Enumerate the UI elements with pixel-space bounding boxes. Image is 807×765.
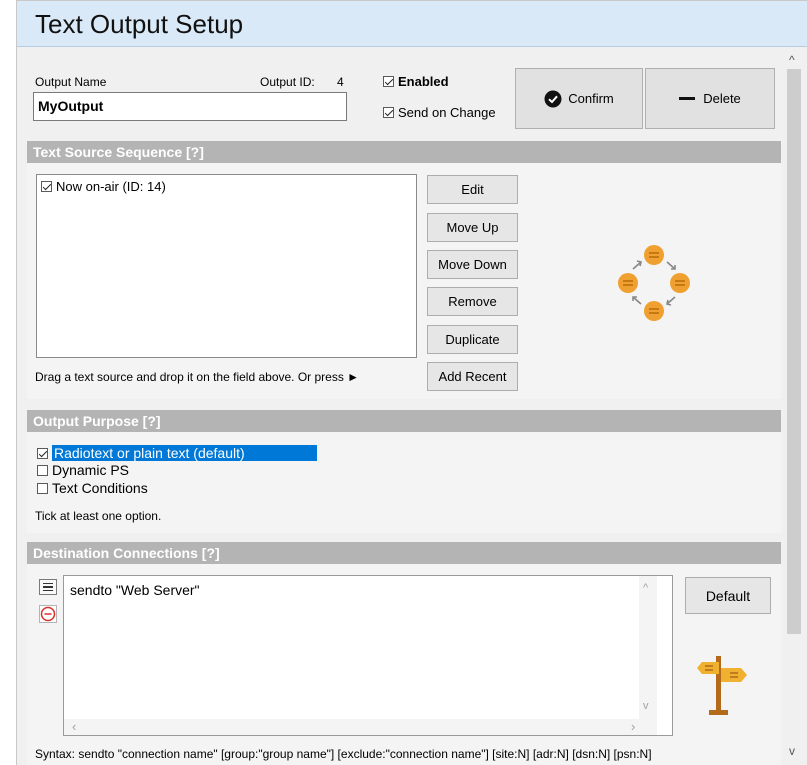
list-item[interactable]: Now on-air (ID: 14) — [41, 179, 166, 194]
output-purpose-header[interactable]: Output Purpose [?] — [27, 410, 781, 432]
add-recent-button[interactable]: Add Recent — [427, 362, 518, 391]
destination-text: sendto "Web Server" — [70, 582, 200, 598]
minus-circle-icon[interactable] — [39, 605, 57, 623]
list-item-checkbox[interactable] — [41, 181, 52, 192]
dynamic-ps-checkbox[interactable] — [37, 464, 48, 476]
purpose-option-dynamic-ps[interactable]: Dynamic PS — [37, 462, 129, 478]
delete-minus-icon — [679, 97, 696, 100]
list-item-label: Now on-air (ID: 14) — [56, 179, 166, 194]
confirm-label: Confirm — [568, 91, 614, 106]
output-name-label: Output Name — [35, 75, 107, 89]
delete-label: Delete — [703, 91, 741, 106]
output-id-value: 4 — [337, 75, 344, 89]
default-button[interactable]: Default — [685, 577, 771, 614]
editor-vertical-scrollbar[interactable]: ^ v — [639, 576, 657, 719]
send-on-change-check-icon — [383, 107, 394, 118]
remove-button[interactable]: Remove — [427, 287, 518, 316]
output-name-value: MyOutput — [38, 98, 104, 114]
enabled-label: Enabled — [398, 74, 449, 89]
text-output-setup-window: Text Output Setup Output Name Output ID:… — [16, 0, 807, 765]
delete-button[interactable]: Delete — [645, 68, 775, 129]
scroll-left-arrow-icon[interactable]: ‹ — [72, 719, 76, 734]
window-scroll-thumb[interactable] — [787, 69, 801, 634]
radiotext-checkbox[interactable] — [37, 447, 48, 459]
output-id-label: Output ID: — [260, 75, 315, 89]
edit-button[interactable]: Edit — [427, 175, 518, 204]
radiotext-label: Radiotext or plain text (default) — [52, 445, 317, 461]
enabled-check-icon — [383, 76, 394, 87]
send-on-change-checkbox[interactable]: Send on Change — [383, 105, 496, 120]
signpost-icon — [697, 656, 747, 715]
confirm-button[interactable]: Confirm — [515, 68, 643, 129]
confirm-check-icon — [544, 90, 562, 107]
syntax-hint: Syntax: sendto "connection name" [group:… — [35, 747, 652, 761]
destination-header[interactable]: Destination Connections [?] — [27, 542, 781, 564]
dynamic-ps-label: Dynamic PS — [52, 462, 130, 478]
purpose-option-radiotext[interactable]: Radiotext or plain text (default) — [37, 445, 317, 461]
move-down-button[interactable]: Move Down — [427, 250, 518, 279]
title-bar: Text Output Setup — [17, 1, 807, 47]
text-conditions-checkbox[interactable] — [37, 482, 48, 494]
window-title: Text Output Setup — [35, 9, 244, 39]
text-source-hint: Drag a text source and drop it on the fi… — [35, 370, 360, 384]
cycle-icon — [618, 245, 690, 321]
enabled-checkbox[interactable]: Enabled — [383, 74, 449, 89]
purpose-option-text-conditions[interactable]: Text Conditions — [37, 480, 148, 496]
destination-editor[interactable]: sendto "Web Server" ^ v ‹ › — [63, 575, 673, 736]
move-up-button[interactable]: Move Up — [427, 213, 518, 242]
window-scroll-up-icon[interactable]: ^ — [789, 53, 795, 67]
duplicate-button[interactable]: Duplicate — [427, 325, 518, 354]
scroll-up-arrow-icon[interactable]: ^ — [643, 582, 648, 594]
scroll-right-arrow-icon[interactable]: › — [631, 719, 635, 734]
text-conditions-label: Text Conditions — [52, 480, 148, 496]
window-scrollbar[interactable]: ^ v — [781, 47, 807, 765]
send-on-change-label: Send on Change — [398, 105, 496, 120]
comment-icon[interactable] — [39, 579, 57, 595]
text-source-header[interactable]: Text Source Sequence [?] — [27, 141, 781, 163]
window-scroll-down-icon[interactable]: v — [789, 744, 795, 758]
text-source-list[interactable]: Now on-air (ID: 14) — [36, 174, 417, 358]
output-name-input[interactable]: MyOutput — [33, 92, 347, 121]
output-purpose-hint: Tick at least one option. — [35, 509, 162, 523]
editor-horizontal-scrollbar[interactable]: ‹ › — [64, 719, 657, 735]
scroll-down-arrow-icon[interactable]: v — [643, 700, 649, 712]
